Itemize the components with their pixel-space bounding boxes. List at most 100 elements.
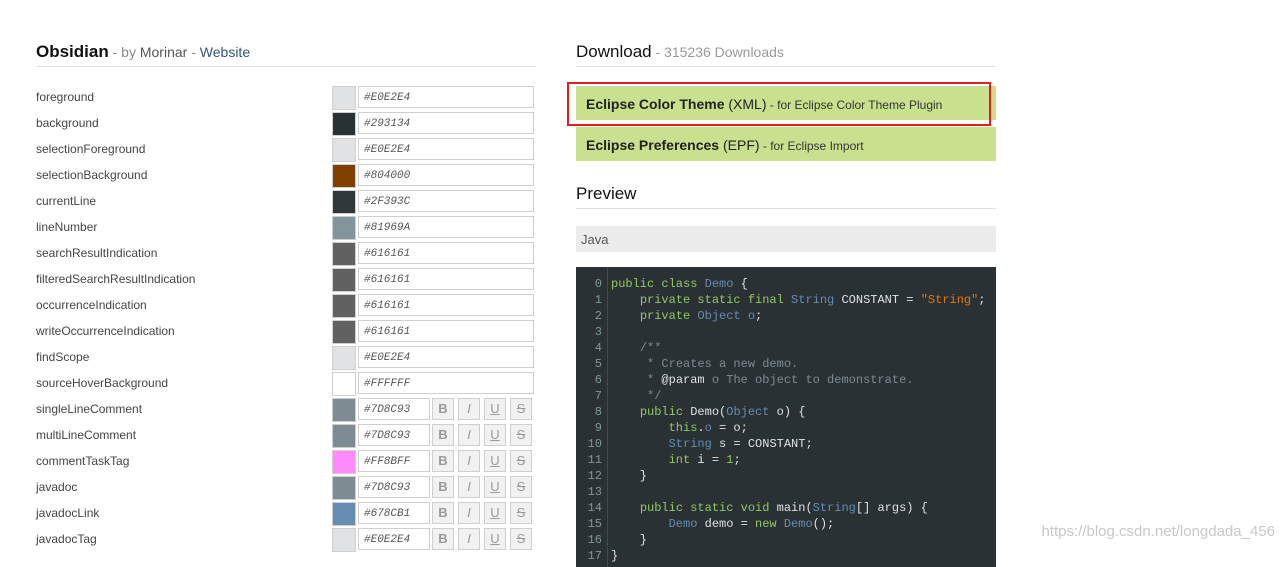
underline-toggle[interactable]: U: [484, 398, 506, 420]
bold-toggle[interactable]: B: [432, 398, 454, 420]
code-token: public static void: [639, 501, 777, 515]
bold-toggle[interactable]: B: [432, 450, 454, 472]
italic-toggle[interactable]: I: [458, 476, 480, 498]
property-row: javadocTag #E0E2E4 B I U S: [36, 528, 536, 552]
strikethrough-toggle[interactable]: S: [510, 450, 532, 472]
download-title: Download: [576, 42, 652, 61]
color-swatch[interactable]: [332, 294, 356, 318]
hex-color-field[interactable]: #FFFFFF: [358, 372, 534, 394]
preview-title: Preview: [576, 184, 637, 203]
code-text: * Creates a new demo.: [611, 357, 798, 371]
bold-toggle[interactable]: B: [432, 528, 454, 550]
hex-color-field[interactable]: #616161: [358, 242, 534, 264]
strikethrough-toggle[interactable]: S: [510, 398, 532, 420]
property-label: foreground: [36, 90, 95, 104]
color-swatch[interactable]: [332, 398, 356, 422]
theme-meta: - by Morinar - Website: [108, 44, 251, 60]
language-tab[interactable]: Java: [576, 226, 996, 252]
line-number: 0: [594, 277, 602, 291]
strikethrough-toggle[interactable]: S: [510, 476, 532, 498]
strikethrough-toggle[interactable]: S: [510, 528, 532, 550]
code-token: i =: [690, 453, 727, 467]
hex-color-field[interactable]: #7D8C93: [358, 476, 430, 498]
color-swatch[interactable]: [332, 502, 356, 526]
code-token: [] args) {: [855, 501, 928, 515]
hex-color-field[interactable]: #616161: [358, 294, 534, 316]
hex-color-field[interactable]: #81969A: [358, 216, 534, 238]
line-number: 13: [587, 485, 602, 499]
code-text: public class Demo {: [611, 277, 748, 291]
hex-color-field[interactable]: #678CB1: [358, 502, 430, 524]
color-swatch[interactable]: [332, 164, 356, 188]
bold-toggle[interactable]: B: [432, 502, 454, 524]
hex-color-field[interactable]: #7D8C93: [358, 398, 430, 420]
underline-toggle[interactable]: U: [484, 450, 506, 472]
hex-color-field[interactable]: #7D8C93: [358, 424, 430, 446]
code-token: Object: [726, 405, 770, 419]
strikethrough-toggle[interactable]: S: [510, 424, 532, 446]
color-swatch[interactable]: [332, 216, 356, 240]
property-label: background: [36, 116, 99, 130]
color-swatch[interactable]: [332, 190, 356, 214]
code-line: 5 * Creates a new demo.: [576, 357, 996, 373]
hex-color-field[interactable]: #616161: [358, 268, 534, 290]
italic-toggle[interactable]: I: [458, 424, 480, 446]
underline-toggle[interactable]: U: [484, 502, 506, 524]
hex-color-field[interactable]: #FF8BFF: [358, 450, 430, 472]
italic-toggle[interactable]: I: [458, 398, 480, 420]
code-token: Demo: [668, 517, 698, 531]
eclipse-preferences-download-button[interactable]: Eclipse Preferences (EPF) - for Eclipse …: [576, 127, 996, 161]
property-label: javadocTag: [36, 532, 97, 546]
italic-toggle[interactable]: I: [458, 502, 480, 524]
bold-toggle[interactable]: B: [432, 476, 454, 498]
color-swatch[interactable]: [332, 242, 356, 266]
hex-color-field[interactable]: #E0E2E4: [358, 528, 430, 550]
code-token: = o;: [711, 421, 748, 435]
italic-toggle[interactable]: I: [458, 450, 480, 472]
hex-color-field[interactable]: #2F393C: [358, 190, 534, 212]
color-swatch[interactable]: [332, 112, 356, 136]
hex-color-field[interactable]: #293134: [358, 112, 534, 134]
color-swatch[interactable]: [332, 372, 356, 396]
author-link[interactable]: Morinar: [140, 44, 187, 60]
code-line: 11 int i = 1;: [576, 453, 996, 469]
code-token: main(: [776, 501, 813, 515]
hex-color-field[interactable]: #804000: [358, 164, 534, 186]
color-swatch[interactable]: [332, 320, 356, 344]
hex-color-field[interactable]: #E0E2E4: [358, 346, 534, 368]
underline-toggle[interactable]: U: [484, 476, 506, 498]
code-line: 8 public Demo(Object o) {: [576, 405, 996, 421]
strikethrough-toggle[interactable]: S: [510, 502, 532, 524]
by-prefix: - by: [108, 44, 140, 60]
color-swatch[interactable]: [332, 528, 356, 552]
code-text: this.o = o;: [611, 421, 748, 435]
code-token: Demo: [783, 517, 813, 531]
code-token: public: [639, 405, 691, 419]
code-token: String: [791, 293, 835, 307]
color-swatch[interactable]: [332, 86, 356, 110]
property-label: sourceHoverBackground: [36, 376, 169, 390]
italic-toggle[interactable]: I: [458, 528, 480, 550]
property-row: currentLine #2F393C: [36, 190, 536, 214]
hex-color-field[interactable]: #E0E2E4: [358, 138, 534, 160]
code-line: 2 private Object o;: [576, 309, 996, 325]
property-row: selectionBackground #804000: [36, 164, 536, 188]
color-swatch[interactable]: [332, 138, 356, 162]
color-swatch[interactable]: [332, 268, 356, 292]
underline-toggle[interactable]: U: [484, 528, 506, 550]
underline-toggle[interactable]: U: [484, 424, 506, 446]
bold-toggle[interactable]: B: [432, 424, 454, 446]
color-swatch[interactable]: [332, 346, 356, 370]
line-number: 1: [594, 293, 602, 307]
color-swatch[interactable]: [332, 476, 356, 500]
color-swatch[interactable]: [332, 450, 356, 474]
color-swatch[interactable]: [332, 424, 356, 448]
website-link[interactable]: Website: [200, 44, 250, 60]
hex-color-field[interactable]: #616161: [358, 320, 534, 342]
code-token: }: [611, 469, 648, 483]
hex-color-field[interactable]: #E0E2E4: [358, 86, 534, 108]
